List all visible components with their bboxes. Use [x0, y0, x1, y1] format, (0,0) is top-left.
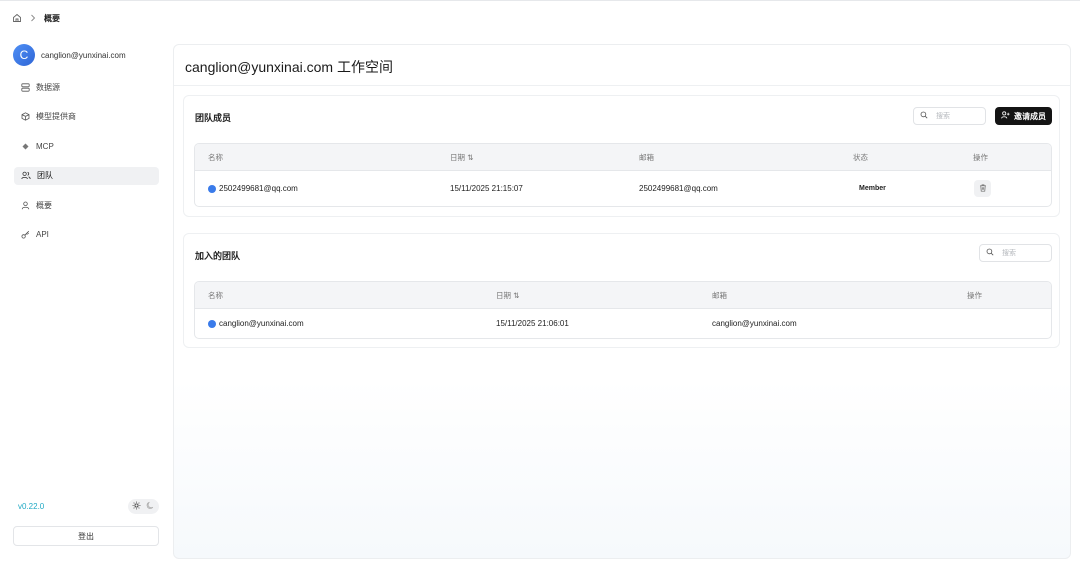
sidebar-item-label: API [36, 230, 49, 240]
joined-teams-title: 加入的团队 [195, 251, 241, 261]
sidebar-item-team[interactable]: 团队 [14, 166, 159, 185]
user-profile[interactable]: C canglion@yunxinai.com [13, 44, 126, 66]
breadcrumb: 概要 [12, 12, 60, 24]
page-title: canglion@yunxinai.com 工作空间 [185, 59, 393, 75]
theme-toggle[interactable] [128, 499, 159, 514]
search-placeholder: 搜索 [1002, 250, 1016, 257]
avatar [208, 319, 216, 328]
user-email: canglion@yunxinai.com [41, 50, 126, 60]
sidebar-item-api[interactable]: API [14, 226, 159, 244]
team-date: 15/11/2025 21:06:01 [496, 319, 569, 328]
search-placeholder: 搜索 [936, 113, 950, 120]
sidebar-item-overview[interactable]: 概要 [14, 196, 159, 214]
joined-teams-panel: 加入的团队 搜索 名称 日期 ⇅ 邮箱 操作 canglion@yunxinai… [183, 233, 1060, 348]
title-divider [174, 85, 1070, 86]
status-badge-label: Member [859, 185, 886, 192]
cube-icon [21, 112, 30, 121]
joined-teams-table: 名称 日期 ⇅ 邮箱 操作 canglion@yunxinai.com 15/1… [194, 281, 1052, 339]
team-members-title: 团队成员 [195, 113, 232, 123]
member-date: 15/11/2025 21:15:07 [450, 184, 523, 193]
sidebar-item-label: 团队 [37, 171, 53, 181]
home-icon[interactable] [12, 13, 22, 23]
table-row: 2502499681@qq.com 15/11/2025 21:15:07 25… [195, 171, 1051, 206]
team-email: canglion@yunxinai.com [712, 319, 797, 328]
moon-icon[interactable] [146, 501, 155, 512]
joined-teams-search-input[interactable]: 搜索 [979, 244, 1052, 262]
invite-member-button[interactable]: 邀请成员 [995, 107, 1052, 125]
table-header: 名称 日期 ⇅ 邮箱 状态 操作 [195, 144, 1051, 171]
sidebar: C canglion@yunxinai.com 数据源 模型提供商 MCP 团队… [0, 36, 172, 568]
breadcrumb-current: 概要 [44, 13, 60, 23]
sidebar-item-label: 模型提供商 [36, 112, 76, 122]
avatar [208, 184, 216, 193]
database-icon [21, 82, 30, 92]
search-icon [920, 111, 928, 121]
column-action: 操作 [973, 152, 988, 162]
sun-icon[interactable] [132, 501, 141, 512]
member-name: 2502499681@qq.com [219, 184, 298, 193]
main-content: canglion@yunxinai.com 工作空间 团队成员 搜索 邀请成员 … [173, 44, 1071, 559]
team-name-cell: canglion@yunxinai.com [208, 309, 304, 338]
team-name: canglion@yunxinai.com [219, 319, 304, 328]
sidebar-nav: 数据源 模型提供商 MCP 团队 概要 API [14, 78, 159, 256]
mcp-icon [21, 142, 30, 151]
sidebar-item-label: MCP [36, 141, 54, 151]
chevron-right-icon [30, 14, 36, 22]
top-divider [0, 0, 1080, 1]
column-name: 名称 [208, 290, 223, 300]
sidebar-item-mcp[interactable]: MCP [14, 137, 159, 155]
column-email: 邮箱 [712, 290, 727, 300]
column-action: 操作 [967, 290, 982, 300]
member-name-cell: 2502499681@qq.com [208, 171, 298, 206]
column-status: 状态 [853, 152, 868, 162]
sidebar-item-datasource[interactable]: 数据源 [14, 78, 159, 96]
column-date[interactable]: 日期 ⇅ [496, 282, 519, 308]
team-members-table: 名称 日期 ⇅ 邮箱 状态 操作 2502499681@qq.com 15/11… [194, 143, 1052, 207]
sidebar-item-model-providers[interactable]: 模型提供商 [14, 108, 159, 126]
key-icon [21, 230, 30, 239]
team-members-search-input[interactable]: 搜索 [913, 107, 986, 125]
status-badge: Member [859, 171, 886, 206]
table-row: canglion@yunxinai.com 15/11/2025 21:06:0… [195, 309, 1051, 338]
sidebar-item-label: 概要 [36, 200, 52, 210]
users-icon [21, 171, 31, 180]
member-email: 2502499681@qq.com [639, 184, 718, 193]
user-plus-icon [1001, 111, 1010, 121]
table-header: 名称 日期 ⇅ 邮箱 操作 [195, 282, 1051, 309]
trash-icon [979, 184, 987, 194]
search-icon [986, 248, 994, 258]
invite-member-label: 邀请成员 [1014, 111, 1046, 121]
team-members-panel: 团队成员 搜索 邀请成员 名称 日期 ⇅ 邮箱 状态 操作 2502499681… [183, 95, 1060, 217]
column-date[interactable]: 日期 ⇅ [450, 144, 473, 170]
sidebar-item-label: 数据源 [36, 82, 60, 92]
logout-button[interactable]: 登出 [13, 526, 159, 546]
action-cell [974, 171, 991, 206]
version-label: v0.22.0 [18, 502, 45, 511]
user-icon [21, 201, 30, 210]
column-name: 名称 [208, 152, 223, 162]
avatar: C [13, 44, 35, 66]
delete-member-button[interactable] [974, 180, 991, 197]
column-email: 邮箱 [639, 152, 654, 162]
